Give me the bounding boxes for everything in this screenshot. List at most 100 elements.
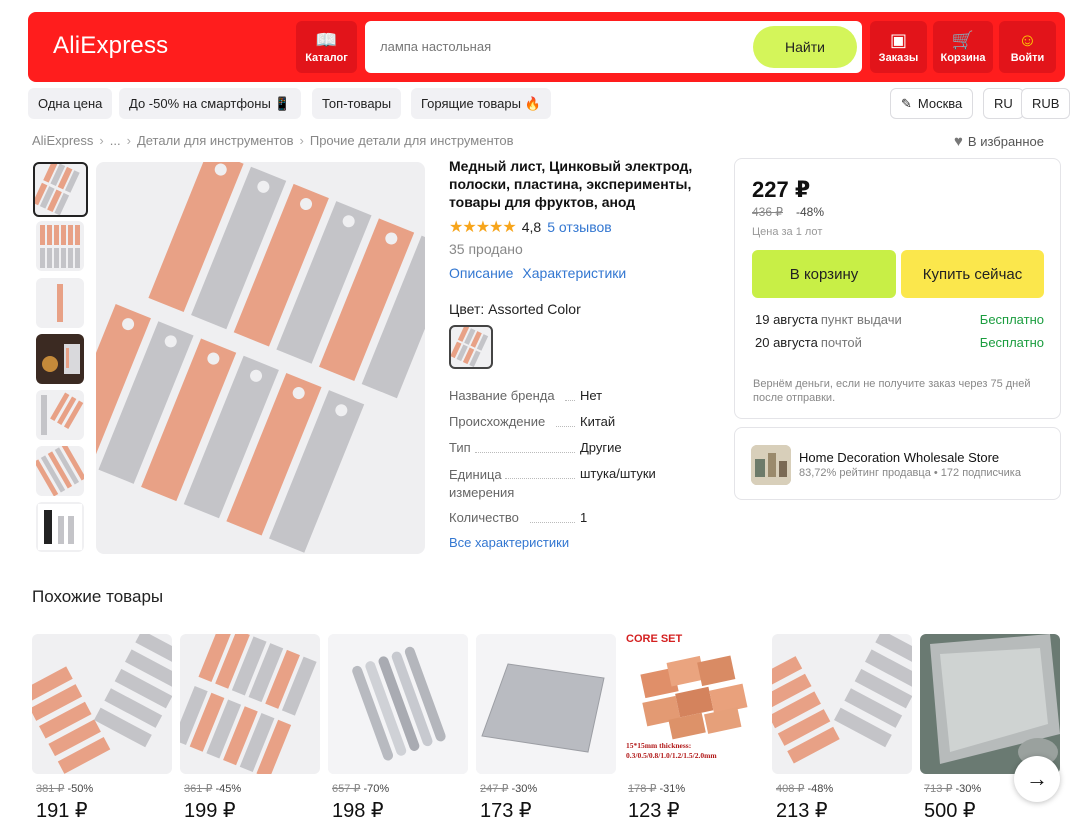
spec-key: Название бренда xyxy=(449,388,555,403)
thumbnail-2[interactable] xyxy=(36,221,84,271)
reviews-link[interactable]: 5 отзывов xyxy=(547,219,612,235)
discount: -30% xyxy=(955,783,982,795)
breadcrumb-item[interactable]: ... xyxy=(110,133,121,148)
delivery-option[interactable]: 19 августа пункт выдачи xyxy=(755,312,902,327)
delivery-method: почтой xyxy=(820,335,862,350)
city-selector[interactable]: ✎ Москва xyxy=(890,88,974,119)
old-price: 713 ₽ xyxy=(924,783,953,795)
aliexpress-logo[interactable]: AliExpress xyxy=(53,32,168,60)
price: 227 ₽ xyxy=(752,177,811,202)
main-product-image[interactable] xyxy=(96,162,425,554)
city-label: Москва xyxy=(917,96,963,111)
chip-smartphones[interactable]: До -50% на смартфоны 📱 xyxy=(119,88,301,119)
orders-label: Заказы xyxy=(878,51,919,64)
login-button[interactable]: ☺ Войти xyxy=(999,21,1056,73)
product-title: Медный лист, Цинковый электрод, полоски,… xyxy=(449,158,693,210)
chevron-right-icon: › xyxy=(299,133,304,148)
spec-key: Единица измерения xyxy=(449,467,515,500)
strips-image xyxy=(40,225,80,268)
book-icon: 📖 xyxy=(315,29,338,50)
product-card[interactable]: 247 ₽ -30% 173 ₽ xyxy=(476,634,616,822)
product-card-image: CORE SET 15*15mm thickness: 0.3/0.5/0.8/… xyxy=(624,634,764,774)
discount: -70% xyxy=(363,783,390,795)
strips-image xyxy=(35,164,80,215)
product-card[interactable]: 381 ₽ -50% 191 ₽ xyxy=(32,634,172,822)
thumbnail-5[interactable] xyxy=(36,390,84,440)
chevron-right-icon: › xyxy=(99,133,104,148)
thumbnail-6[interactable] xyxy=(36,446,84,496)
all-specs-link[interactable]: Все характеристики xyxy=(449,535,569,550)
product-card-price: 198 ₽ xyxy=(332,800,384,822)
discount: -45% xyxy=(215,783,242,795)
spec-divider xyxy=(505,478,575,479)
delivery-cost: Бесплатно xyxy=(979,312,1044,327)
search-button[interactable]: Найти xyxy=(753,26,857,68)
tab-specs[interactable]: Характеристики xyxy=(522,265,626,281)
product-card[interactable]: 657 ₽ -70% 198 ₽ xyxy=(328,634,468,822)
discount: -31% xyxy=(659,783,686,795)
rating-row: ★★★★★ 4,8 5 отзывов xyxy=(449,217,612,237)
language-selector[interactable]: RU xyxy=(983,88,1024,119)
product-card-image xyxy=(772,634,912,774)
product-card[interactable]: 408 ₽ -48% 213 ₽ xyxy=(772,634,912,822)
chip-hot-products[interactable]: Горящие товары 🔥 xyxy=(411,88,551,119)
breadcrumb-item[interactable]: Детали для инструментов xyxy=(137,133,294,148)
breadcrumb-item[interactable]: Прочие детали для инструментов xyxy=(310,133,514,148)
search-input[interactable]: лампа настольная xyxy=(380,39,491,54)
store-name[interactable]: Home Decoration Wholesale Store xyxy=(799,450,999,465)
product-card-price: 173 ₽ xyxy=(480,800,532,822)
delivery-cost: Бесплатно xyxy=(979,335,1044,350)
similar-products-title: Похожие товары xyxy=(32,587,164,606)
strips-image xyxy=(772,634,912,764)
spec-value: Китай xyxy=(580,414,616,429)
spec-key: Количество xyxy=(449,510,519,525)
thumbnail-7[interactable] xyxy=(36,502,84,552)
buy-now-button[interactable]: Купить сейчас xyxy=(901,250,1044,298)
thumbnail-4[interactable] xyxy=(36,334,84,384)
store-card[interactable]: Home Decoration Wholesale Store 83,72% р… xyxy=(734,427,1061,500)
buy-box: 227 ₽ 436 ₽ -48% Цена за 1 лот В корзину… xyxy=(734,158,1061,419)
experiment-photo xyxy=(36,334,84,384)
add-to-favorites[interactable]: ♥ В избранное xyxy=(954,133,1044,150)
orders-button[interactable]: ▣ Заказы xyxy=(870,21,927,73)
old-price: 361 ₽ xyxy=(184,783,213,795)
product-card-old-price: 408 ₽ -48% xyxy=(776,782,833,795)
spec-divider xyxy=(530,522,575,523)
product-card-image xyxy=(328,634,468,774)
chip-one-price[interactable]: Одна цена xyxy=(28,88,113,119)
strips-swatch-image xyxy=(451,327,489,367)
product-card[interactable]: CORE SET 15*15mm thickness: 0.3/0.5/0.8/… xyxy=(624,634,764,822)
add-to-cart-button[interactable]: В корзину xyxy=(752,250,896,298)
spec-divider xyxy=(556,426,575,427)
discount-badge: -48% xyxy=(796,205,825,219)
thumbnail-3[interactable] xyxy=(36,278,84,328)
rating-value: 4,8 xyxy=(521,219,542,235)
color-label: Цвет: Assorted Color xyxy=(449,301,581,317)
old-price: 178 ₽ xyxy=(628,783,657,795)
discount: -48% xyxy=(807,783,834,795)
delivery-option[interactable]: 20 августа почтой xyxy=(755,335,862,350)
refund-guarantee: Вернём деньги, если не получите заказ че… xyxy=(753,378,1031,404)
cart-label: Корзина xyxy=(940,51,986,64)
breadcrumb-item[interactable]: AliExpress xyxy=(32,133,93,148)
spec-divider xyxy=(565,400,575,401)
color-option-assorted[interactable] xyxy=(449,325,493,369)
product-card[interactable]: 713 ₽ -30% 500 ₽ xyxy=(920,634,1060,822)
catalog-label: Каталог xyxy=(305,51,348,64)
tab-description[interactable]: Описание xyxy=(449,265,513,281)
cart-icon: 🛒 xyxy=(951,29,975,50)
product-card-old-price: 657 ₽ -70% xyxy=(332,782,389,795)
delivery-method: пункт выдачи xyxy=(820,312,902,327)
product-card-old-price: 361 ₽ -45% xyxy=(184,782,241,795)
currency-selector[interactable]: RUB xyxy=(1021,88,1071,119)
breadcrumb: AliExpress › ... › Детали для инструмент… xyxy=(32,133,514,148)
product-card-price: 191 ₽ xyxy=(36,800,88,822)
catalog-button[interactable]: 📖 Каталог xyxy=(296,21,357,73)
product-card-price: 199 ₽ xyxy=(184,800,236,822)
product-card[interactable]: 361 ₽ -45% 199 ₽ xyxy=(180,634,320,822)
cart-button[interactable]: 🛒 Корзина xyxy=(933,21,993,73)
thumbnail-1[interactable] xyxy=(33,162,88,217)
chip-top-products[interactable]: Топ-товары xyxy=(312,88,402,119)
sheet-image xyxy=(476,634,616,774)
next-arrow-button[interactable]: → xyxy=(1014,756,1060,802)
